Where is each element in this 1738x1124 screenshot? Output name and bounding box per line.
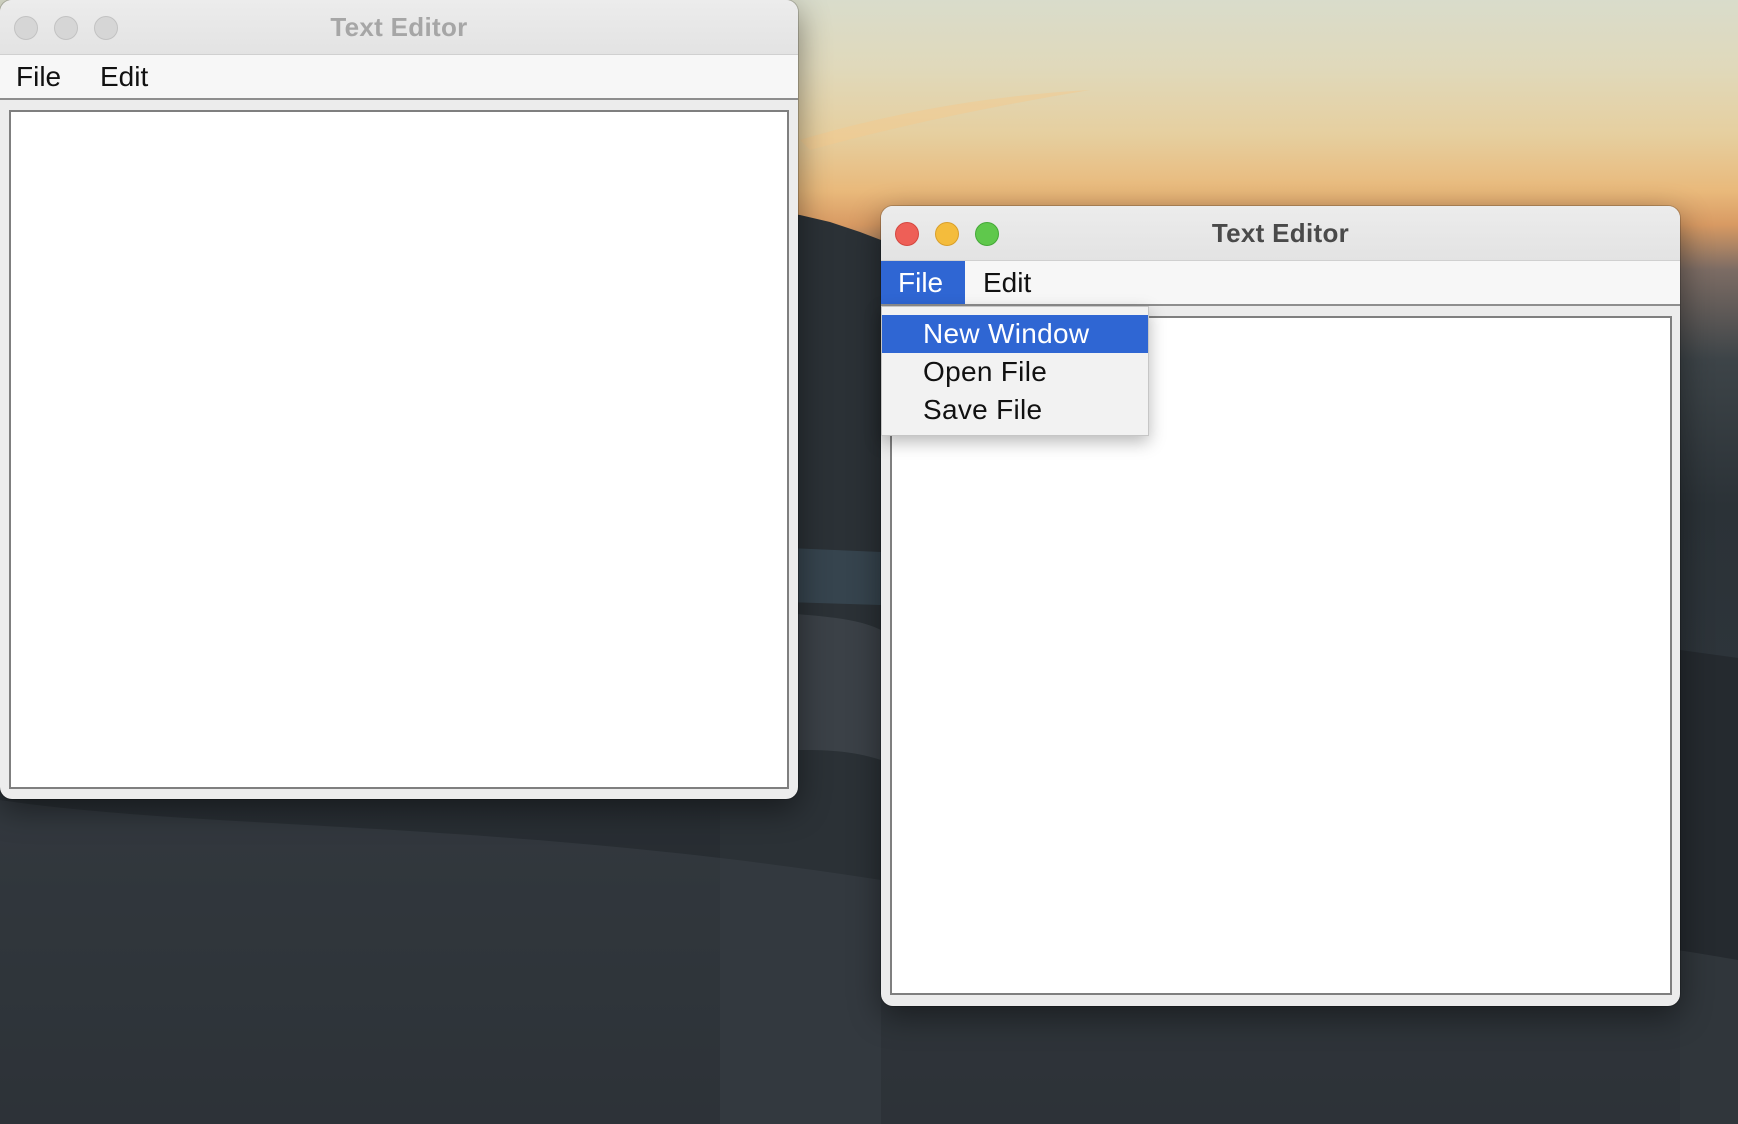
edit-menu[interactable]: Edit	[983, 261, 1031, 304]
window-title: Text Editor	[1211, 218, 1350, 248]
text-area[interactable]	[9, 110, 789, 789]
file-menu-dropdown: New Window Open File Save File	[881, 306, 1149, 436]
window-title: Text Editor	[330, 12, 468, 42]
title-bar[interactable]: Text Editor	[881, 206, 1680, 261]
menu-item-new-window[interactable]: New Window	[882, 315, 1148, 353]
edit-menu[interactable]: Edit	[100, 55, 148, 98]
text-editor-window-background[interactable]: Text Editor File Edit	[0, 0, 798, 799]
menu-bar: File Edit	[881, 261, 1680, 306]
sky-streak	[800, 90, 1090, 150]
menu-bar: File Edit	[0, 55, 798, 100]
menu-item-save-file[interactable]: Save File	[882, 391, 1148, 429]
file-menu[interactable]: File	[16, 55, 61, 98]
title-bar[interactable]: Text Editor	[0, 0, 798, 55]
menu-item-open-file[interactable]: Open File	[882, 353, 1148, 391]
file-menu[interactable]: File	[881, 261, 965, 304]
